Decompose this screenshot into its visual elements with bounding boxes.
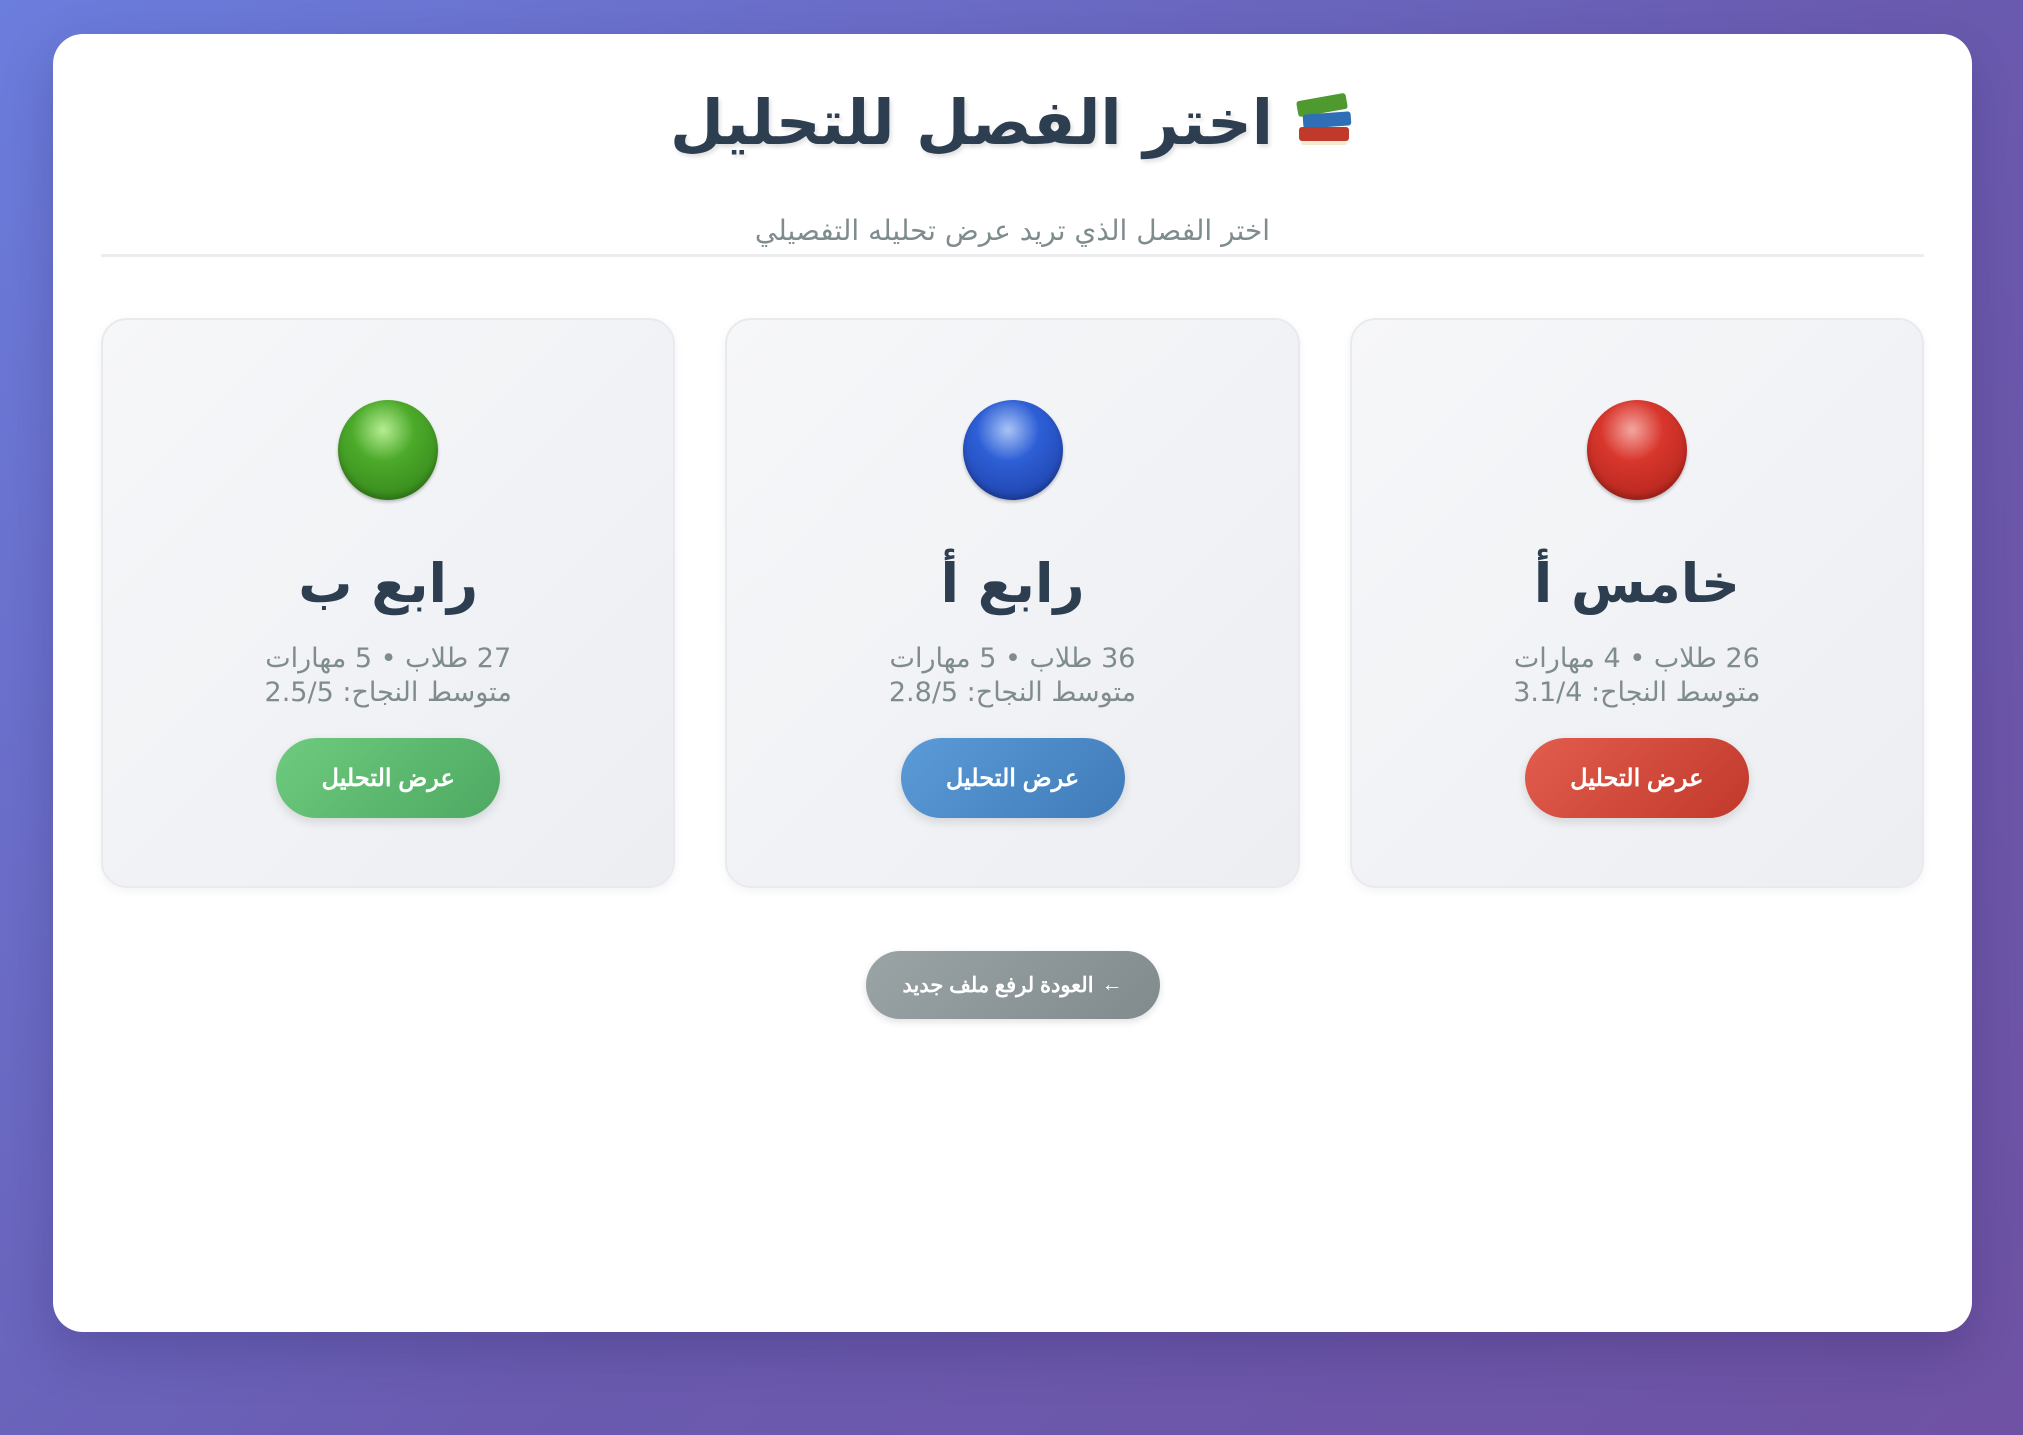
- class-card-rabi-a[interactable]: رابع أ 36 طلاب • 5 مهارات متوسط النجاح: …: [725, 318, 1300, 888]
- page-subtitle: اختر الفصل الذي تريد عرض تحليله التفصيلي: [754, 214, 1271, 247]
- class-name: خامس أ: [1533, 552, 1740, 615]
- view-analysis-button[interactable]: عرض التحليل: [900, 738, 1125, 818]
- class-card-khamis-a[interactable]: خامس أ 26 طلاب • 4 مهارات متوسط النجاح: …: [1349, 318, 1924, 888]
- view-analysis-button[interactable]: عرض التحليل: [276, 738, 501, 818]
- back-arrow-icon: ←: [1101, 973, 1123, 996]
- class-card-rabi-b[interactable]: رابع ب 27 طلاب • 5 مهارات متوسط النجاح: …: [101, 318, 676, 888]
- class-name: رابع ب: [298, 552, 479, 615]
- class-meta: 26 طلاب • 4 مهارات متوسط النجاح: 3.1/4: [1352, 642, 1922, 710]
- class-average: متوسط النجاح: 2.5/5: [264, 677, 512, 708]
- class-meta: 36 طلاب • 5 مهارات متوسط النجاح: 2.8/5: [727, 642, 1297, 710]
- green-circle-icon: [338, 400, 439, 500]
- class-counts: 26 طلاب • 4 مهارات: [1513, 643, 1760, 674]
- blue-circle-icon: [962, 400, 1063, 500]
- class-cards: خامس أ 26 طلاب • 4 مهارات متوسط النجاح: …: [101, 318, 1924, 888]
- header: اختر الفصل للتحليل اختر الفصل الذي تريد …: [101, 34, 1924, 257]
- back-to-upload-button[interactable]: ← العودة لرفع ملف جديد: [865, 951, 1160, 1019]
- back-label: العودة لرفع ملف جديد: [902, 973, 1094, 997]
- page: { "header": { "title": "اختر الفصل للتحل…: [0, 0, 2023, 1435]
- red-circle-icon: [1586, 400, 1687, 500]
- class-average: متوسط النجاح: 2.8/5: [888, 677, 1137, 708]
- class-counts: 36 طلاب • 5 مهارات: [889, 643, 1136, 674]
- title-row: اختر الفصل للتحليل: [101, 86, 1924, 159]
- page-title: اختر الفصل للتحليل: [669, 86, 1274, 159]
- main-panel: اختر الفصل للتحليل اختر الفصل الذي تريد …: [53, 34, 1972, 1332]
- class-counts: 27 طلاب • 5 مهارات: [265, 643, 512, 674]
- class-average: متوسط النجاح: 3.1/4: [1513, 677, 1761, 708]
- class-name: رابع أ: [940, 552, 1085, 615]
- view-analysis-button[interactable]: عرض التحليل: [1524, 738, 1749, 818]
- class-meta: 27 طلاب • 5 مهارات متوسط النجاح: 2.5/5: [103, 642, 673, 710]
- books-icon: [1295, 92, 1355, 153]
